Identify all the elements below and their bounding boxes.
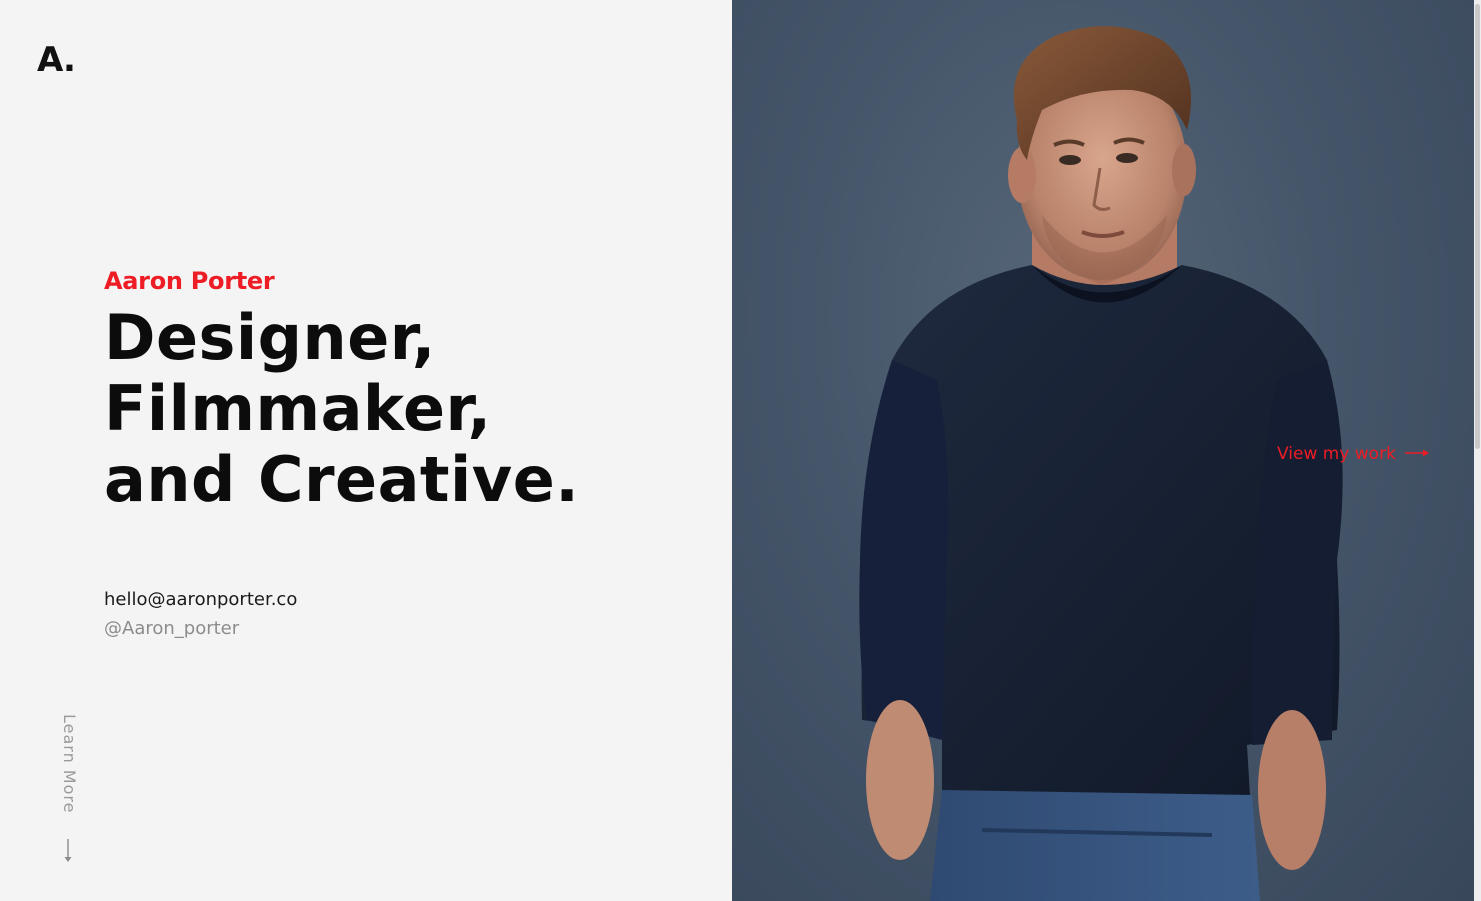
hero: Aaron Porter Designer, Filmmaker, and Cr… — [104, 266, 579, 515]
arrow-right-icon — [1404, 441, 1430, 467]
arrow-down-icon — [62, 838, 74, 868]
learn-more-label: Learn More — [60, 714, 79, 814]
headline-line: Designer, — [104, 301, 436, 374]
email-link[interactable]: hello@aaronporter.co — [104, 585, 297, 614]
view-my-work-link[interactable]: View my work — [1277, 441, 1430, 467]
learn-more-link[interactable]: Learn More — [58, 714, 80, 864]
headline-line: Filmmaker, — [104, 372, 492, 445]
headline-line: and Creative. — [104, 443, 580, 516]
hero-headline: Designer, Filmmaker, and Creative. — [104, 302, 579, 515]
hero-name: Aaron Porter — [104, 267, 275, 295]
page: A. Aaron Porter Designer, Filmmaker, and… — [0, 0, 1481, 901]
social-handle-link[interactable]: @Aaron_porter — [104, 614, 297, 643]
intro-panel: A. Aaron Porter Designer, Filmmaker, and… — [0, 0, 732, 901]
scrollbar-thumb[interactable] — [1475, 4, 1480, 449]
logo[interactable]: A. — [37, 40, 76, 80]
contact-info: hello@aaronporter.co @Aaron_porter — [104, 585, 297, 643]
scrollbar[interactable] — [1474, 0, 1481, 901]
view-my-work-label: View my work — [1277, 444, 1396, 464]
